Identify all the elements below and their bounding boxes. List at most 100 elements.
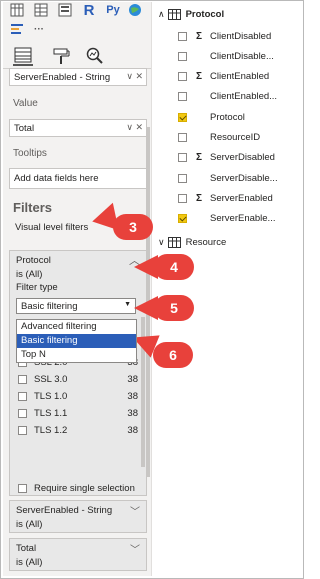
filter-values-list: SSL 2.038 SSL 3.038 TLS 1.038 TLS 1.138 … <box>10 355 146 437</box>
table-protocol[interactable]: ∧ Protocol <box>158 7 298 21</box>
field-label: ServerEnabled <box>210 192 273 204</box>
field-item[interactable]: ClientDisable... <box>178 49 298 63</box>
field-item[interactable]: Protocol <box>178 110 298 124</box>
python-visual-icon[interactable]: Py <box>103 2 123 18</box>
visual-level-filters-label: Visual level filters <box>15 222 89 233</box>
serverenabled-filter-card[interactable]: ServerEnabled - String ﹀ is (All) <box>9 500 147 533</box>
card3-subtitle: is (All) <box>16 557 43 568</box>
tooltips-placeholder: Add data fields here <box>14 173 99 184</box>
callout-arrow-4 <box>134 255 158 279</box>
field-item[interactable]: ServerEnable... <box>178 212 298 226</box>
callout-arrow-5 <box>134 296 158 320</box>
field-item[interactable]: Σ ClientEnabled <box>178 70 298 84</box>
table-icon[interactable] <box>33 2 49 18</box>
checkbox[interactable] <box>18 391 27 401</box>
item-count: 38 <box>127 373 138 385</box>
field-checkbox[interactable] <box>178 51 187 61</box>
list-item[interactable]: TLS 1.0 38 <box>18 389 138 403</box>
tooltips-drop-zone[interactable]: Add data fields here <box>9 168 147 189</box>
sigma-icon: Σ <box>195 71 202 83</box>
table-resource[interactable]: ∨ Resource <box>158 235 298 249</box>
filter-bars-icon[interactable] <box>9 21 25 37</box>
require-single-checkbox[interactable] <box>18 483 27 493</box>
list-item[interactable]: TLS 1.2 38 <box>18 423 138 437</box>
chip-controls[interactable]: ∨ ✕ <box>126 71 143 82</box>
field-checkbox[interactable] <box>178 153 187 163</box>
slicer-icon[interactable] <box>57 2 73 18</box>
expand-chevron-icon[interactable]: ∨ <box>158 237 165 248</box>
field-label: ClientDisabled <box>210 30 272 42</box>
field-checkbox[interactable] <box>178 72 187 82</box>
item-label: TLS 1.1 <box>34 407 68 419</box>
list-item[interactable]: SSL 3.0 38 <box>18 372 138 386</box>
item-label: TLS 1.0 <box>34 390 68 402</box>
field-item[interactable]: ServerDisable... <box>178 171 298 185</box>
field-item[interactable]: ClientEnabled... <box>178 90 298 104</box>
option-advanced-filtering[interactable]: Advanced filtering <box>17 320 136 334</box>
card2-subtitle: is (All) <box>16 519 43 530</box>
field-checkbox[interactable] <box>178 173 187 183</box>
field-checkbox[interactable] <box>178 214 187 224</box>
field-item[interactable]: Σ ServerEnabled <box>178 191 298 205</box>
table-label: Protocol <box>185 8 225 20</box>
field-label: ClientEnabled <box>210 71 270 83</box>
item-label: SSL 3.0 <box>34 373 68 385</box>
total-filter-card[interactable]: Total ﹀ is (All) <box>9 538 147 571</box>
item-count: 38 <box>127 424 138 436</box>
expand-chevron-icon[interactable]: ﹀ <box>130 503 140 518</box>
visualizations-pane: R Py ··· ServerEnabled - String ∨ ✕ Valu… <box>3 2 151 576</box>
field-label: ClientEnabled... <box>210 91 278 103</box>
globe-icon[interactable] <box>127 2 143 18</box>
table-matrix-icon[interactable] <box>9 2 25 18</box>
more-visuals-icon[interactable]: ··· <box>31 21 47 37</box>
format-paintroller-icon[interactable] <box>51 46 71 66</box>
collapse-chevron-icon[interactable]: ∧ <box>158 9 165 20</box>
checkbox[interactable] <box>18 425 27 435</box>
option-top-n[interactable]: Top N <box>17 348 136 362</box>
tooltips-well-label: Tooltips <box>13 148 47 159</box>
protocol-filter-subtitle: is (All) <box>16 269 43 280</box>
callout-badge-4: 4 <box>154 254 194 280</box>
field-label: ServerDisable... <box>210 172 278 184</box>
checkbox[interactable] <box>18 408 27 418</box>
expand-chevron-icon[interactable]: ﹀ <box>130 541 140 556</box>
field-checkbox[interactable] <box>178 92 187 102</box>
item-label: TLS 1.2 <box>34 424 68 436</box>
field-label: ServerEnable... <box>210 213 276 225</box>
field-label: Protocol <box>210 111 245 123</box>
item-count: 38 <box>127 407 138 419</box>
field-checkbox[interactable] <box>178 193 187 203</box>
checkbox[interactable] <box>18 374 27 384</box>
list-item[interactable]: TLS 1.1 38 <box>18 406 138 420</box>
value-chip-controls[interactable]: ∨ ✕ <box>126 122 143 133</box>
analytics-magnifier-icon[interactable] <box>85 46 105 66</box>
value-well-label: Value <box>13 98 38 109</box>
table-icon <box>167 8 181 20</box>
value-field-label: Total <box>14 123 35 134</box>
field-checkbox[interactable] <box>178 133 187 142</box>
card2-title: ServerEnabled - String <box>16 505 113 516</box>
callout-badge-5: 5 <box>154 295 194 321</box>
axis-field-chip[interactable]: ServerEnabled - String ∨ ✕ <box>9 68 147 86</box>
axis-field-label: ServerEnabled - String <box>14 72 111 83</box>
field-checkbox[interactable] <box>178 31 187 41</box>
field-checkbox[interactable] <box>178 112 187 122</box>
require-single-selection[interactable]: Require single selection <box>18 481 146 495</box>
filter-type-selected: Basic filtering <box>21 301 78 312</box>
protocol-filter-card[interactable]: Protocol ︿ is (All) Filter type Basic fi… <box>9 250 147 496</box>
sigma-icon: Σ <box>195 192 202 204</box>
sigma-icon: Σ <box>195 152 202 164</box>
value-field-chip[interactable]: Total ∨ ✕ <box>9 119 147 137</box>
protocol-filter-title: Protocol <box>16 255 51 266</box>
filter-type-dropdown[interactable]: Basic filtering ▼ <box>16 298 136 314</box>
field-item[interactable]: ResourceID <box>178 131 298 145</box>
require-single-label: Require single selection <box>34 482 135 494</box>
field-item[interactable]: Σ ClientDisabled <box>178 29 298 43</box>
r-visual-icon[interactable]: R <box>81 2 97 19</box>
field-label: ServerDisabled <box>210 152 275 164</box>
option-basic-filtering[interactable]: Basic filtering <box>17 334 136 348</box>
sigma-icon: Σ <box>195 30 202 42</box>
field-item[interactable]: Σ ServerDisabled <box>178 151 298 165</box>
fields-tab-icon[interactable] <box>13 46 33 66</box>
item-count: 38 <box>127 390 138 402</box>
